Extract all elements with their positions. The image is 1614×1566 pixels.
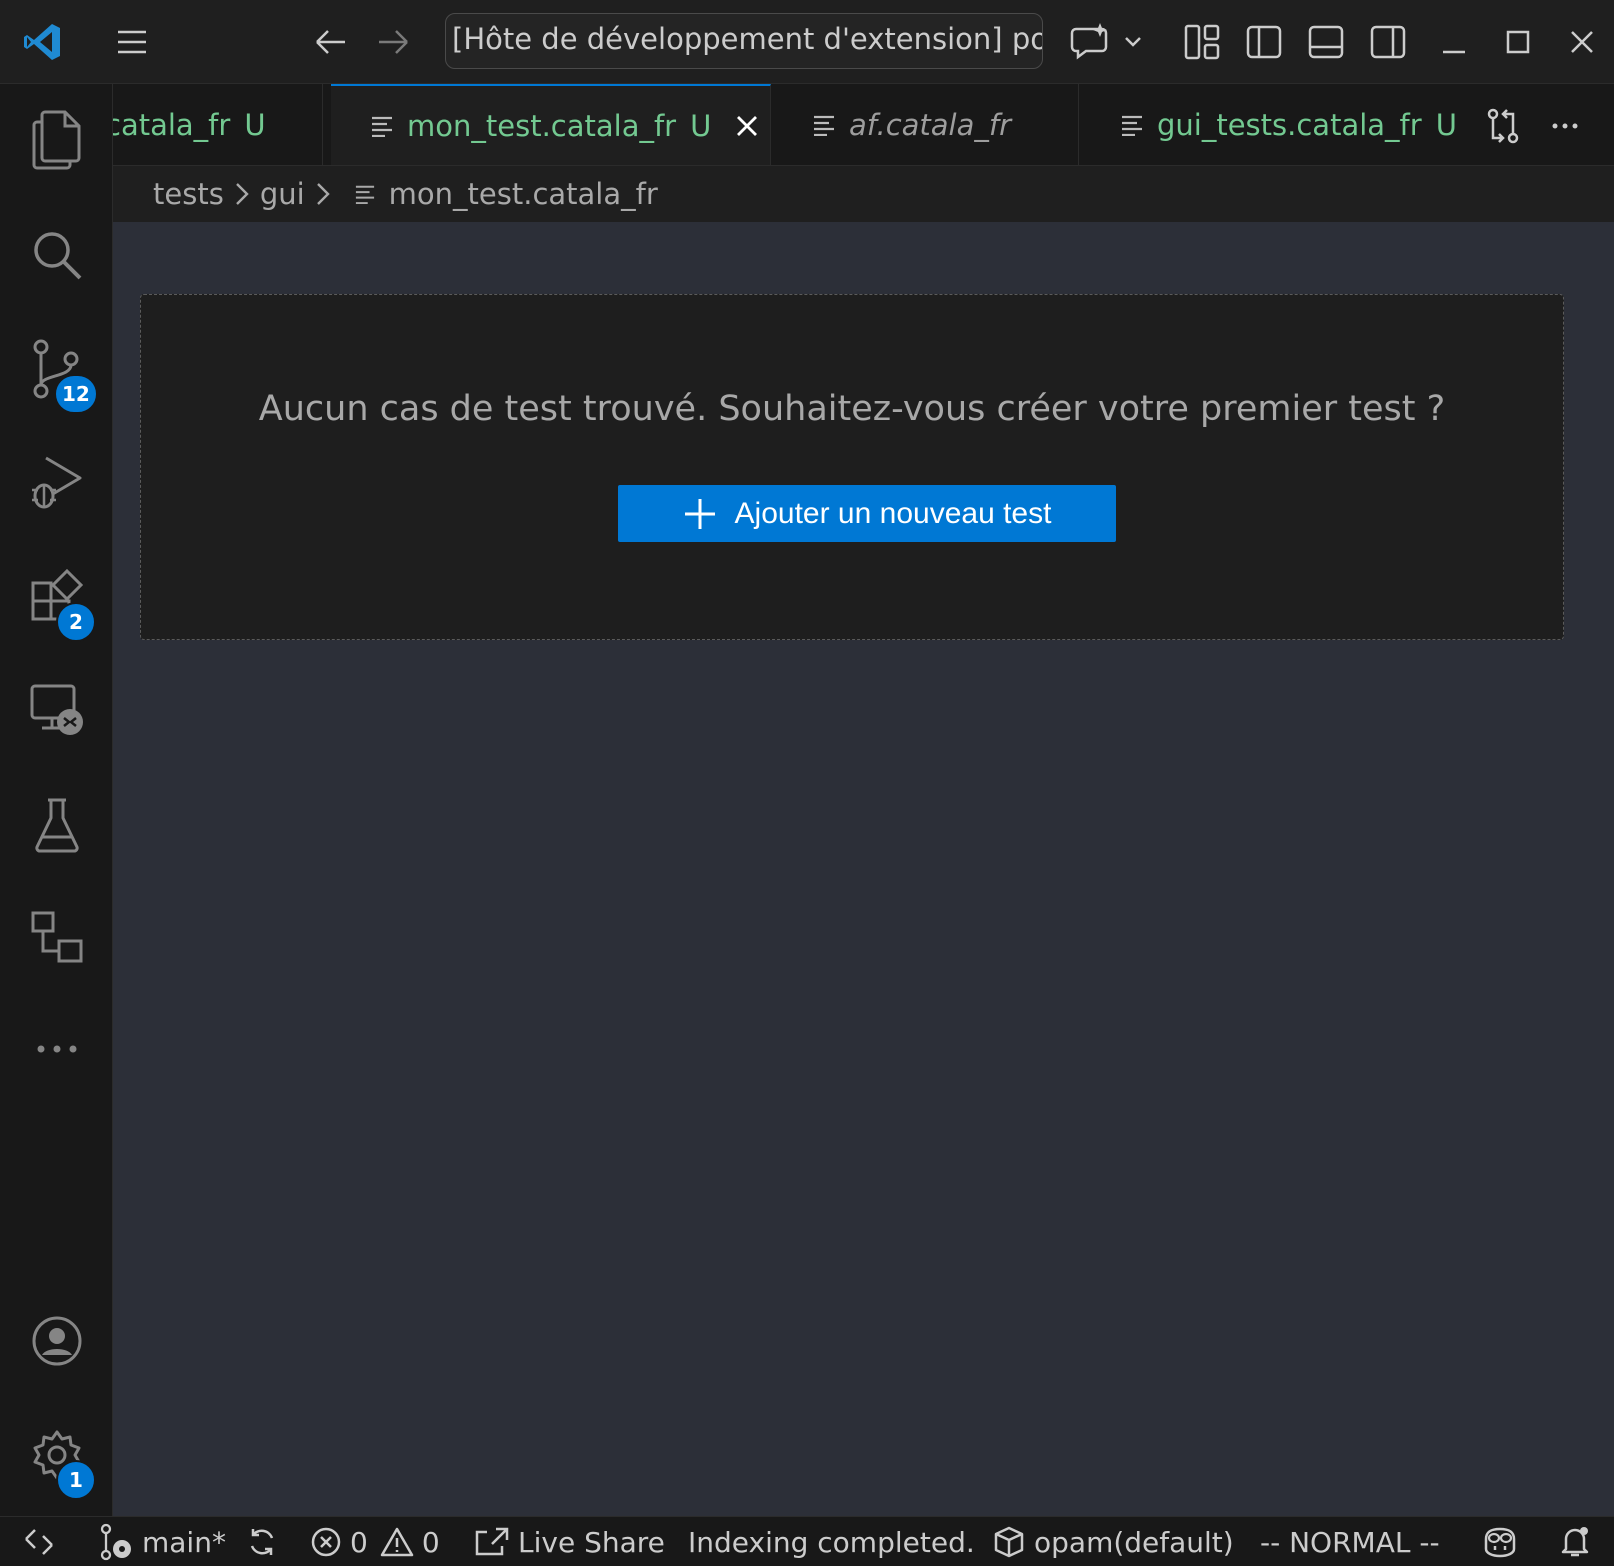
source-control-branch-icon [98, 1523, 134, 1561]
vscode-logo-icon [16, 16, 68, 68]
add-test-button[interactable]: Ajouter un nouveau test [618, 485, 1116, 542]
tab-label: gui_tests.catala_fr [1157, 108, 1422, 142]
flask-icon [32, 797, 82, 853]
activity-more[interactable] [22, 1014, 92, 1084]
customize-layout-icon[interactable] [1178, 18, 1226, 66]
compare-changes-icon[interactable] [1479, 102, 1527, 150]
activity-search[interactable] [22, 220, 92, 290]
bell-icon [1558, 1525, 1592, 1559]
branch-status[interactable]: main* [98, 1517, 278, 1566]
activity-run-debug[interactable] [22, 448, 92, 518]
more-actions-icon[interactable] [1541, 102, 1589, 150]
breadcrumb: tests gui mon_test.catala_fr [113, 166, 1614, 222]
extensions-badge: 2 [56, 602, 96, 642]
opam-label: opam(default) [1034, 1525, 1234, 1559]
untracked-indicator: U [690, 109, 712, 143]
run-debug-icon [28, 454, 86, 512]
remote-explorer-icon [28, 682, 86, 740]
file-lines-icon [813, 114, 835, 136]
breadcrumb-folder-tests[interactable]: tests [153, 177, 224, 211]
vim-mode-label: -- NORMAL -- [1260, 1525, 1440, 1559]
settings-badge: 1 [56, 1460, 96, 1500]
warning-icon [380, 1526, 414, 1558]
copilot-status[interactable] [1480, 1517, 1520, 1566]
live-share-status[interactable]: Live Share [474, 1517, 665, 1566]
plus-icon [683, 497, 717, 531]
tab-label: mon_test.catala_fr [407, 109, 677, 143]
close-tab-icon[interactable] [735, 114, 759, 138]
source-control-badge: 12 [54, 374, 98, 414]
file-lines-icon [355, 184, 375, 204]
tab-catala-fr[interactable]: catala_fr U [113, 84, 323, 165]
title-bar: [Hôte de développement d'extension] poc-… [0, 0, 1614, 84]
nav-back-icon[interactable] [306, 18, 354, 66]
command-center-input[interactable]: [Hôte de développement d'extension] poc-… [445, 13, 1043, 69]
toggle-secondary-sidebar-icon[interactable] [1364, 18, 1412, 66]
status-bar: main* 0 0 Live Share Indexing completed.… [0, 1516, 1614, 1566]
notifications-status[interactable] [1558, 1517, 1592, 1566]
untracked-indicator: U [1435, 108, 1457, 142]
indexing-status: Indexing completed. [688, 1517, 975, 1566]
live-share-icon [474, 1526, 510, 1558]
chevron-right-icon [315, 181, 331, 207]
opam-status[interactable]: opam(default) [992, 1517, 1234, 1566]
search-icon [30, 228, 84, 282]
ellipsis-icon [35, 1043, 79, 1055]
remote-indicator[interactable] [22, 1517, 56, 1566]
tab-mon-test[interactable]: mon_test.catala_fr U [331, 84, 771, 165]
breadcrumb-file[interactable]: mon_test.catala_fr [389, 177, 658, 211]
chevron-right-icon [234, 181, 250, 207]
add-test-button-label: Ajouter un nouveau test [734, 496, 1052, 530]
activity-remote-explorer[interactable] [22, 676, 92, 746]
editor-area: Aucun cas de test trouvé. Souhaitez-vous… [113, 222, 1614, 1516]
package-icon [992, 1525, 1026, 1559]
menu-icon[interactable] [108, 18, 156, 66]
activity-bar: 12 2 1 [0, 84, 113, 1516]
activity-source-control[interactable]: 12 [22, 334, 98, 414]
copilot-chat-icon[interactable] [1068, 16, 1148, 66]
file-lines-icon [371, 115, 393, 137]
branch-name: main* [142, 1525, 226, 1559]
copilot-icon [1480, 1525, 1520, 1559]
command-center-text: [Hôte de développement d'extension] poc-… [452, 22, 1042, 56]
live-share-label: Live Share [518, 1525, 665, 1559]
tab-label: af.catala_fr [849, 108, 1012, 142]
tab-gui-tests[interactable]: gui_tests.catala_fr U [1079, 84, 1479, 165]
account-icon [30, 1314, 84, 1368]
activity-explorer[interactable] [22, 105, 92, 175]
nav-forward-icon[interactable] [370, 18, 418, 66]
toggle-primary-sidebar-icon[interactable] [1240, 18, 1288, 66]
maximize-icon[interactable] [1494, 18, 1542, 66]
workflow-icon [29, 909, 85, 965]
breadcrumb-folder-gui[interactable]: gui [260, 177, 305, 211]
untracked-indicator: U [244, 108, 266, 142]
minimize-icon[interactable] [1430, 18, 1478, 66]
empty-state-message: Aucun cas de test trouvé. Souhaitez-vous… [258, 389, 1446, 429]
activity-workflow[interactable] [22, 902, 92, 972]
vim-mode-status: -- NORMAL -- [1260, 1517, 1440, 1566]
empty-state-card: Aucun cas de test trouvé. Souhaitez-vous… [140, 294, 1564, 640]
problems-status[interactable]: 0 0 [310, 1517, 440, 1566]
error-icon [310, 1526, 342, 1558]
close-window-icon[interactable] [1558, 18, 1606, 66]
toggle-panel-icon[interactable] [1302, 18, 1350, 66]
editor-tabs: catala_fr U mon_test.catala_fr U af.cata… [113, 84, 1614, 166]
activity-settings[interactable]: 1 [22, 1420, 96, 1500]
tab-label: catala_fr [113, 108, 231, 142]
sync-icon[interactable] [246, 1526, 278, 1558]
activity-testing[interactable] [22, 790, 92, 860]
files-icon [31, 110, 83, 170]
activity-accounts[interactable] [22, 1306, 92, 1376]
remote-icon [22, 1527, 56, 1557]
tab-af[interactable]: af.catala_fr [771, 84, 1079, 165]
error-count: 0 [350, 1525, 368, 1559]
activity-extensions[interactable]: 2 [22, 562, 96, 642]
file-lines-icon [1121, 114, 1143, 136]
warning-count: 0 [421, 1525, 440, 1559]
indexing-label: Indexing completed. [688, 1525, 975, 1559]
